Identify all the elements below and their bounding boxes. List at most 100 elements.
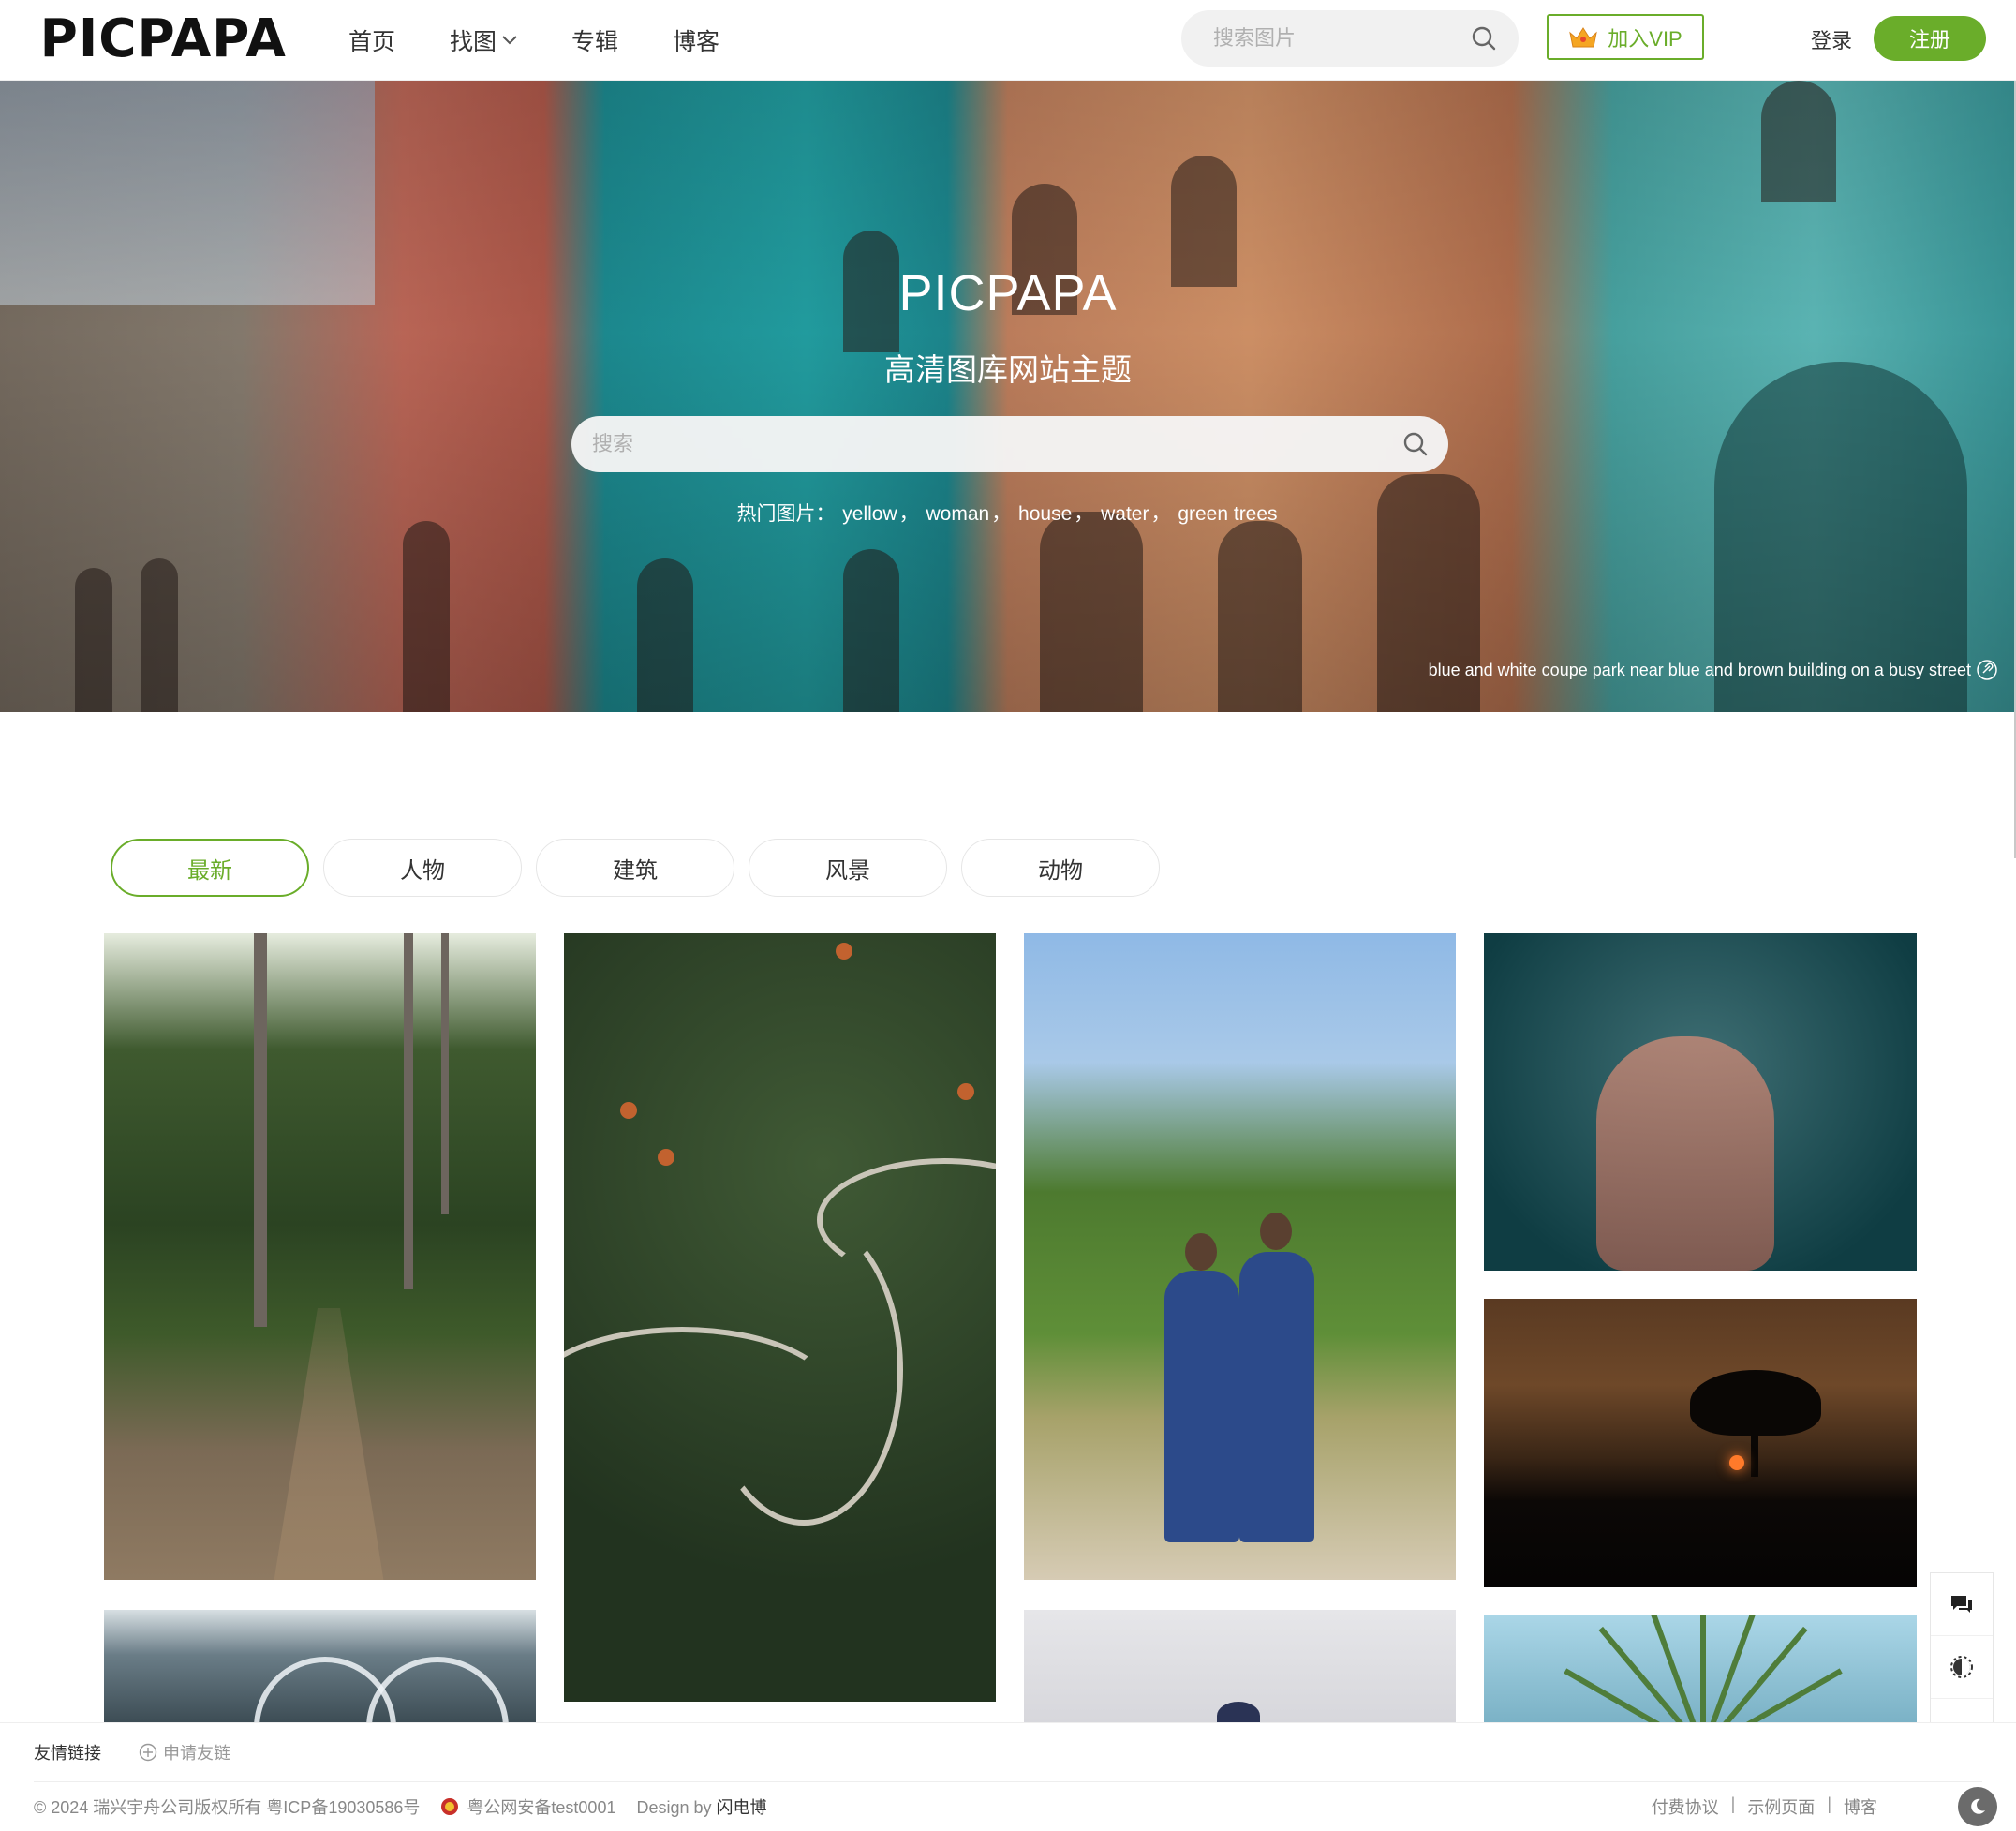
nav-item-blog[interactable]: 博客 xyxy=(673,23,719,57)
search-icon[interactable] xyxy=(1472,26,1496,51)
footer-link-payment-agreement[interactable]: 付费协议 xyxy=(1652,1794,1719,1819)
tab-scenery[interactable]: 风景 xyxy=(749,839,947,897)
chevron-down-icon xyxy=(502,35,517,44)
hot-tag[interactable]: house xyxy=(1018,503,1072,525)
photo-detail xyxy=(957,1083,974,1100)
photo-detail xyxy=(273,1308,385,1580)
photo-detail xyxy=(366,1657,509,1722)
apply-link-label: 申请友链 xyxy=(163,1744,230,1763)
gallery-photo-aerial-road[interactable] xyxy=(564,933,996,1702)
hero-caption-text: blue and white coupe park near blue and … xyxy=(1428,660,1971,679)
photo-detail xyxy=(1185,1233,1217,1271)
footer-link-sample-page[interactable]: 示例页面 xyxy=(1747,1794,1815,1819)
gallery-photo-sunset[interactable] xyxy=(1484,1299,1917,1587)
tab-people[interactable]: 人物 xyxy=(323,839,522,897)
chat-button[interactable] xyxy=(1931,1573,1993,1636)
friend-links-row: 友情链接 申请友链 xyxy=(34,1740,230,1764)
plus-circle-icon xyxy=(139,1743,157,1762)
footer-divider xyxy=(34,1781,1982,1782)
footer-link-separator: | xyxy=(1730,1794,1736,1813)
gallery-photo-portrait[interactable] xyxy=(1024,1610,1456,1722)
police-record-text: 粤公网安备test0001 xyxy=(467,1798,616,1817)
photo-detail xyxy=(441,933,449,1214)
nav-item-albums[interactable]: 专辑 xyxy=(571,23,618,57)
footer-links: 付费协议 | 示例页面 | 博客 xyxy=(1652,1794,1877,1819)
gallery-photo-couple[interactable] xyxy=(1024,933,1456,1580)
theme-toggle-button[interactable] xyxy=(1931,1636,1993,1699)
photo-detail xyxy=(1646,1615,1706,1722)
police-record[interactable]: 粤公网安备test0001 xyxy=(440,1794,615,1819)
chat-icon xyxy=(1951,1596,1972,1613)
nav-item-find-images[interactable]: 找图 xyxy=(450,23,517,57)
photo-detail xyxy=(1700,1615,1706,1722)
hero-title: PICPAPA xyxy=(898,265,1118,321)
design-credit: Design by 闪电博 xyxy=(636,1794,766,1819)
header-search-input[interactable] xyxy=(1211,25,1459,52)
photo-detail xyxy=(1596,1036,1774,1271)
tab-animals[interactable]: 动物 xyxy=(961,839,1160,897)
copyright-row: © 2024 瑞兴宇舟公司版权所有 粤ICP备19030586号 粤公网安备te… xyxy=(34,1794,767,1819)
design-prefix: Design by xyxy=(636,1798,712,1817)
hot-tag[interactable]: water xyxy=(1101,503,1149,525)
tab-architecture[interactable]: 建筑 xyxy=(536,839,734,897)
photo-detail xyxy=(1164,1271,1239,1542)
hot-tags: 热门图片： yellow， woman， house， water， green… xyxy=(0,499,2016,527)
hero-overlay xyxy=(0,81,2016,712)
login-link[interactable]: 登录 xyxy=(1811,24,1852,54)
gallery-photo-waves[interactable] xyxy=(104,1610,536,1722)
friend-links-title: 友情链接 xyxy=(34,1744,101,1763)
gallery-photo-forest-trail[interactable] xyxy=(104,933,536,1580)
photo-detail xyxy=(1217,1702,1260,1722)
photo-detail xyxy=(254,933,267,1327)
link-icon xyxy=(1977,660,1997,680)
photo-detail xyxy=(1729,1455,1744,1470)
site-footer: 友情链接 申请友链 © 2024 瑞兴宇舟公司版权所有 粤ICP备1903058… xyxy=(0,1722,2016,1831)
apply-friend-link[interactable]: 申请友链 xyxy=(139,1740,230,1764)
gallery-photo-swimmer[interactable] xyxy=(1484,933,1917,1271)
photo-detail xyxy=(1260,1213,1292,1250)
design-name-link[interactable]: 闪电博 xyxy=(717,1798,767,1817)
hero-photo-caption[interactable]: blue and white coupe park near blue and … xyxy=(1429,660,1997,680)
hot-tag[interactable]: woman xyxy=(926,503,990,525)
hot-tag[interactable]: green trees xyxy=(1178,503,1277,525)
copyright-text[interactable]: © 2024 瑞兴宇舟公司版权所有 粤ICP备19030586号 xyxy=(34,1794,420,1819)
footer-link-separator: | xyxy=(1827,1794,1831,1813)
search-icon[interactable] xyxy=(1403,432,1428,456)
hero-subtitle: 高清图库网站主题 xyxy=(884,352,1132,387)
hero-search xyxy=(571,416,1448,472)
footer-link-blog[interactable]: 博客 xyxy=(1844,1794,1877,1819)
photo-detail xyxy=(1751,1421,1758,1477)
main-nav: 首页 找图 专辑 博客 xyxy=(348,0,774,80)
site-logo[interactable]: PICPAPA xyxy=(40,13,287,66)
join-vip-button[interactable]: 加入VIP xyxy=(1547,14,1704,60)
category-tabs: 最新 人物 建筑 风景 动物 xyxy=(111,839,1174,897)
site-header: PICPAPA 首页 找图 专辑 博客 加入VIP 登录 注册 xyxy=(0,0,2016,81)
tag-separator: ， xyxy=(991,503,1012,525)
register-button[interactable]: 注册 xyxy=(1874,16,1986,61)
hot-tag[interactable]: yellow xyxy=(842,503,897,525)
tag-separator: ， xyxy=(1074,503,1094,525)
hero-search-input[interactable] xyxy=(590,431,1362,457)
nav-item-label: 找图 xyxy=(450,28,497,55)
tag-separator: ， xyxy=(898,503,919,525)
crown-icon xyxy=(1569,26,1598,47)
photo-detail xyxy=(404,933,413,1289)
hot-tags-label: 热门图片： xyxy=(736,503,836,525)
header-search xyxy=(1181,10,1519,67)
nav-item-label: 专辑 xyxy=(571,28,619,55)
hero-banner: PICPAPA 高清图库网站主题 热门图片： yellow， woman， ho… xyxy=(0,81,2016,712)
nav-item-home[interactable]: 首页 xyxy=(348,23,395,57)
photo-detail xyxy=(836,943,852,960)
police-badge-icon xyxy=(441,1798,459,1815)
gallery-photo-palm[interactable] xyxy=(1484,1615,1917,1722)
photo-detail xyxy=(1239,1252,1314,1542)
nav-item-label: 首页 xyxy=(348,28,396,55)
photo-detail xyxy=(658,1149,674,1166)
footer-theme-button[interactable] xyxy=(1958,1787,1997,1826)
tab-latest[interactable]: 最新 xyxy=(111,839,309,897)
join-vip-label: 加入VIP xyxy=(1608,26,1682,51)
photo-detail xyxy=(1700,1615,1760,1722)
photo-detail xyxy=(620,1102,637,1119)
tag-separator: ， xyxy=(1150,503,1171,525)
theme-icon xyxy=(1950,1656,1973,1678)
